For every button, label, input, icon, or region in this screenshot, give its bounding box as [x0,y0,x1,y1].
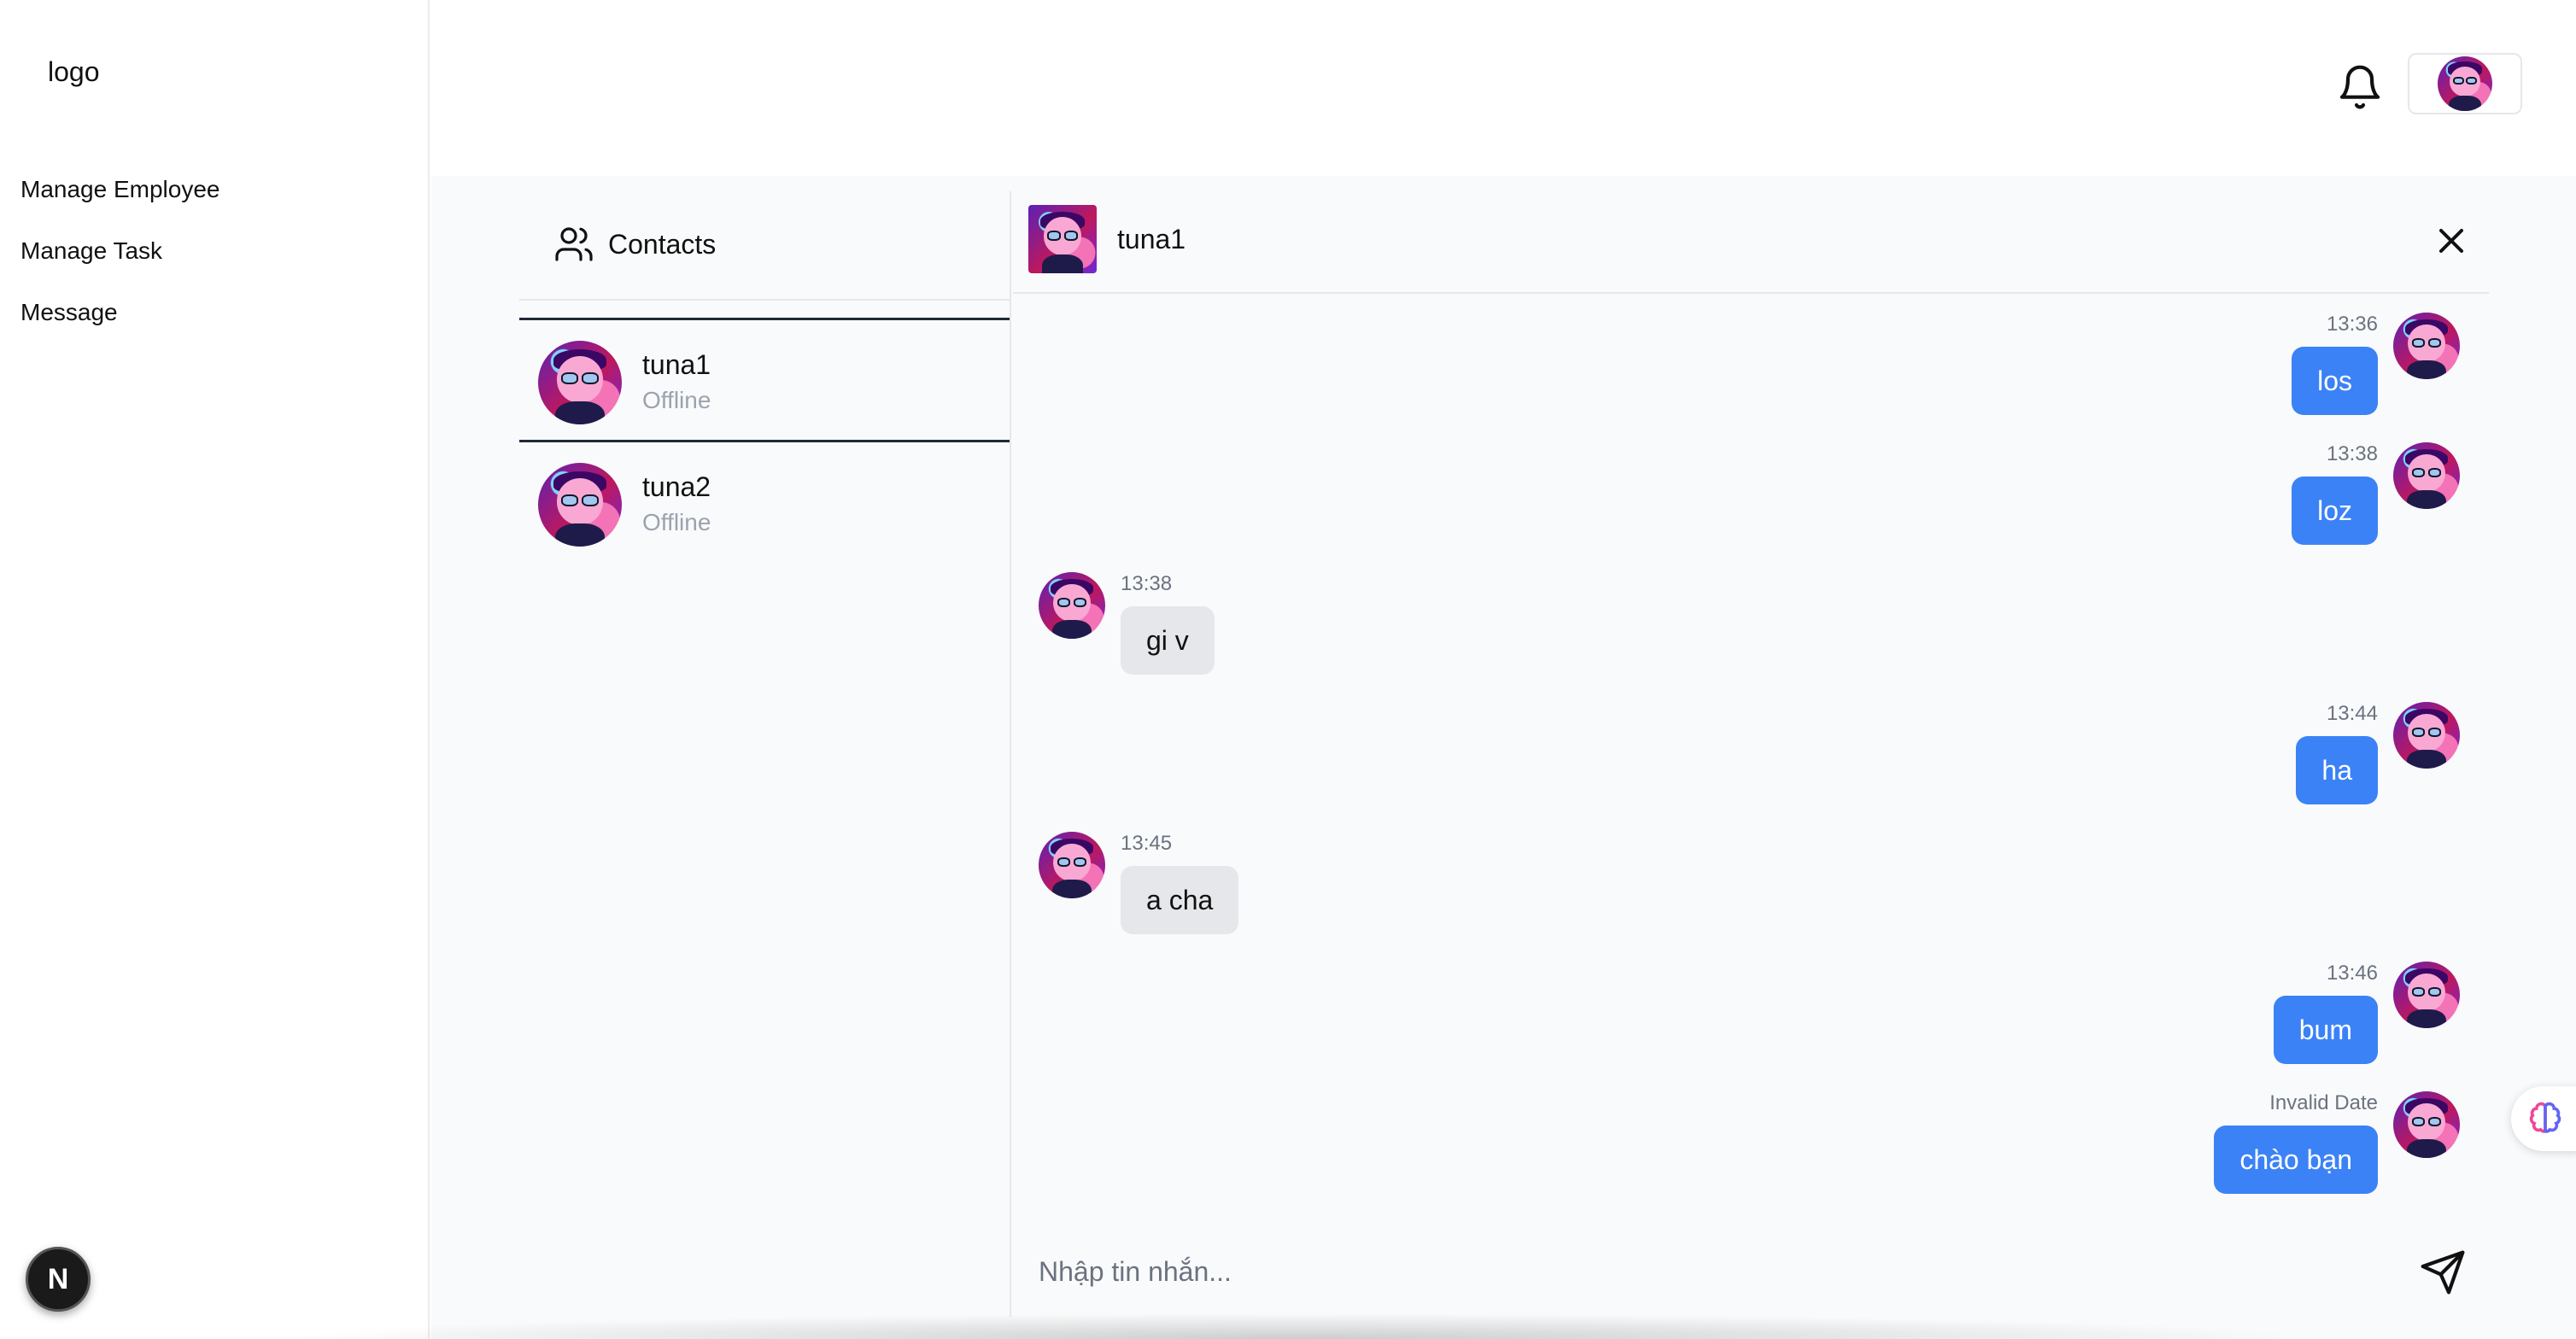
contact-name: tuna1 [642,349,711,380]
sidebar-item-manage-task[interactable]: Manage Task [20,237,162,265]
message-time: 13:38 [2326,442,2378,465]
message-outgoing: 13:44 ha [2221,702,2477,813]
sidebar-item-manage-employee[interactable]: Manage Employee [20,176,220,203]
message-outgoing: 13:46 bum [2221,962,2477,1073]
message-outgoing: 13:38 loz [2221,442,2477,553]
message-bubble: loz [2292,477,2378,545]
sidebar-item-message[interactable]: Message [20,299,118,326]
logo: logo [48,56,100,87]
avatar [2393,313,2460,379]
chat-contact-name: tuna1 [1117,224,1186,254]
contact-status: Offline [642,387,711,413]
user-avatar [2438,56,2492,111]
message-bubble: bum [2273,996,2378,1064]
message-bubble: chào bạn [2214,1126,2378,1194]
nextjs-badge-letter: N [47,1262,69,1295]
avatar [2393,442,2460,509]
contact-name: tuna2 [642,471,711,502]
avatar [1039,832,1105,898]
chat-header: tuna1 [1013,191,2489,294]
contacts-panel: Contacts tuna1 Offline tuna2 Offline [519,176,1010,1317]
message-bubble: ha [2296,736,2378,804]
avatar [1039,572,1105,639]
avatar [2393,1091,2460,1158]
message-bubble: gi v [1121,606,1215,675]
message-composer [1013,1228,2489,1313]
avatar [2393,962,2460,1028]
message-outgoing: 13:36 los [2221,313,2477,424]
avatar [538,341,622,424]
chat-avatar [1028,205,1097,273]
contacts-header: Contacts [519,176,1010,301]
message-time: 13:45 [1121,832,1173,855]
close-icon[interactable] [2431,220,2472,261]
message-time: 13:46 [2326,962,2378,985]
message-input[interactable] [1013,1242,2380,1301]
message-incoming: 13:38 gi v [1039,572,1380,683]
contacts-title: Contacts [608,229,717,260]
message-incoming: 13:45 a cha [1039,832,1380,943]
message-time: 13:38 [1121,572,1173,595]
avatar [538,463,622,547]
send-icon[interactable] [2419,1248,2467,1296]
message-time: 13:36 [2326,313,2378,336]
brain-icon[interactable] [2511,1086,2576,1151]
message-outgoing: Invalid Date chào bạn [2135,1091,2477,1202]
message-time: 13:44 [2326,702,2378,725]
message-time: Invalid Date [2269,1091,2378,1114]
avatar [2393,702,2460,769]
bottom-shadow [273,1313,2323,1339]
user-menu-button[interactable] [2408,53,2522,114]
contact-item-tuna2[interactable]: tuna2 Offline [519,442,1010,567]
contact-item-tuna1[interactable]: tuna1 Offline [519,318,1010,442]
message-bubble: a cha [1121,866,1239,934]
top-header [431,0,2576,176]
nextjs-dev-badge[interactable]: N [26,1247,91,1312]
message-bubble: los [2292,347,2378,415]
contact-status: Offline [642,509,711,535]
bell-icon[interactable] [2336,63,2384,111]
users-icon [553,224,594,265]
sidebar: logo Manage Employee Manage Task Message… [0,0,430,1339]
panel-divider [1010,191,1011,1317]
